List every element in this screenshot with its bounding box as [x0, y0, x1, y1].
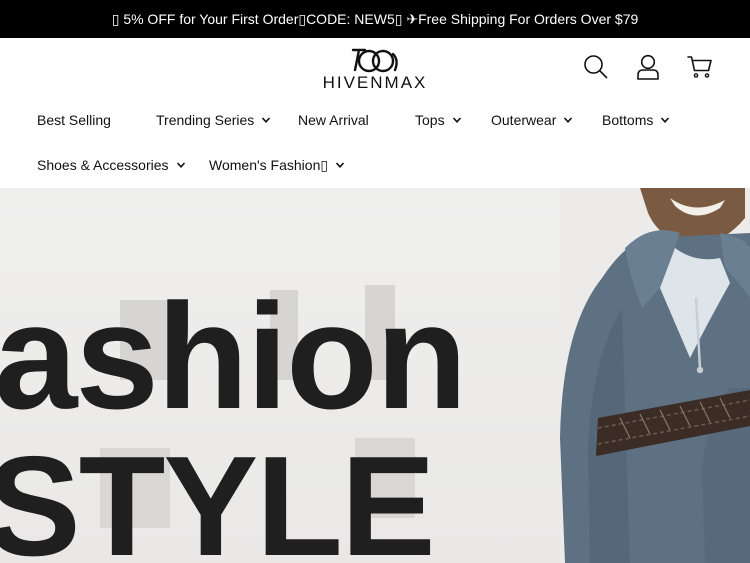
nav-item-label: Bottoms — [602, 112, 654, 128]
hero-headline-line1: ashion — [0, 272, 467, 440]
nav-item-tops[interactable]: Tops — [415, 110, 462, 130]
cart-icon[interactable] — [687, 54, 713, 80]
search-icon[interactable] — [583, 54, 609, 80]
brand-logo[interactable]: HIVENMAX — [308, 46, 442, 94]
site-header: HIVENMAX Best Selling Trending Series Ne… — [0, 38, 750, 188]
chevron-down-icon — [335, 160, 345, 170]
nav-item-shoes-accessories[interactable]: Shoes & Accessories — [37, 155, 186, 175]
nav-item-label: Shoes & Accessories — [37, 157, 169, 173]
nav-item-label: Outerwear — [491, 112, 557, 128]
nav-item-new-arrival[interactable]: New Arrival — [298, 110, 369, 130]
brand-mark-icon — [351, 48, 398, 73]
nav-item-label: Tops — [415, 112, 445, 128]
chevron-down-icon — [660, 115, 670, 125]
nav-item-trending-series[interactable]: Trending Series — [156, 110, 271, 130]
hero-headline-line2: STYLE — [0, 427, 436, 563]
nav-item-label: Best Selling — [37, 112, 111, 128]
nav-item-outerwear[interactable]: Outerwear — [491, 110, 573, 130]
hero-banner[interactable]: ashion STYLE — [0, 188, 750, 563]
nav-item-label: Women's Fashion▯ — [209, 156, 329, 173]
nav-item-womens-fashion[interactable]: Women's Fashion▯ — [209, 155, 345, 175]
chevron-down-icon — [452, 115, 462, 125]
chevron-down-icon — [563, 115, 573, 125]
account-icon[interactable] — [635, 54, 661, 80]
nav-item-label: New Arrival — [298, 112, 369, 128]
announcement-text: ▯ 5% OFF for Your First Order▯CODE: NEW5… — [111, 10, 639, 27]
brand-name: HIVENMAX — [322, 73, 428, 92]
nav-item-best-selling[interactable]: Best Selling — [37, 110, 111, 130]
nav-item-label: Trending Series — [156, 112, 255, 128]
nav-item-bottoms[interactable]: Bottoms — [602, 110, 670, 130]
chevron-down-icon — [261, 115, 271, 125]
chevron-down-icon — [176, 160, 186, 170]
hero-model-image — [560, 188, 750, 563]
announcement-bar: ▯ 5% OFF for Your First Order▯CODE: NEW5… — [0, 0, 750, 38]
